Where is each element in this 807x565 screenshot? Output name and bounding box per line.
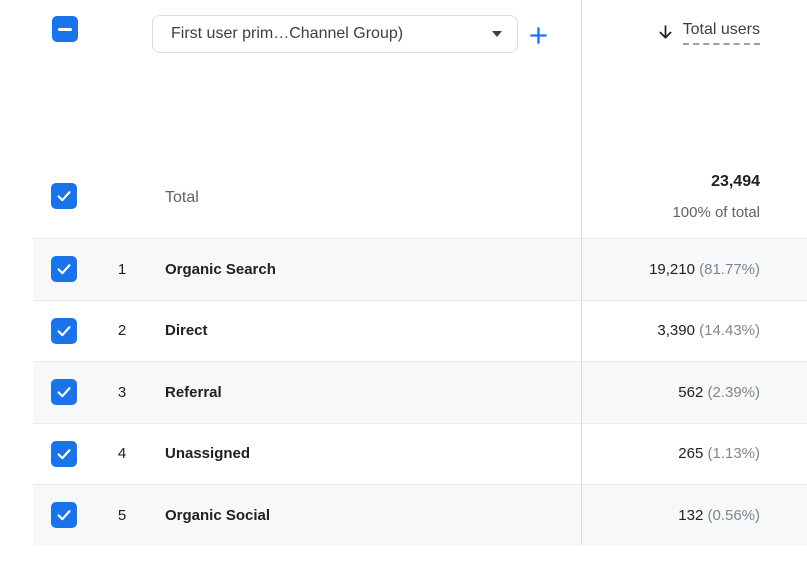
totals-values: 23,494 100% of total [672,170,760,223]
row-share-percent: (0.56%) [707,506,760,524]
table-body: 1 Organic Search 19,210 (81.77%) 2 Direc… [0,238,807,546]
row-checkbox[interactable] [51,440,77,467]
checkmark-icon [57,264,71,275]
table-row: 4 Unassigned 265 (1.13%) [33,422,807,484]
row-share-percent: (81.77%) [699,260,760,278]
checkmark-icon [57,448,71,459]
analytics-table: First user prim…Channel Group) Total use… [0,0,807,565]
row-share-percent: (2.39%) [707,383,760,401]
dimension-dropdown-value: First user prim…Channel Group) [171,25,404,42]
checkmark-icon [57,191,71,202]
row-value-cell: 265 (1.13%) [678,445,807,462]
row-users-value: 265 [678,445,708,463]
row-rank: 5 [117,506,127,524]
row-channel-name: Organic Social [165,506,271,524]
row-value-cell: 19,210 (81.77%) [649,261,807,278]
caret-down-icon [492,31,502,37]
totals-checkbox[interactable] [51,183,77,209]
totals-share-of-total: 100% of total [672,204,760,221]
row-rank: 1 [117,260,127,278]
indeterminate-checkbox-icon [58,27,72,31]
sort-descending-arrow-icon [659,25,672,39]
row-value-cell: 132 (0.56%) [678,507,807,524]
checkmark-icon [57,510,71,521]
plus-icon [529,26,547,44]
metric-header-label: Total users [682,21,760,45]
row-users-value: 562 [678,383,708,401]
table-row: 3 Referral 562 (2.39%) [33,361,807,423]
row-share-percent: (14.43%) [699,322,760,340]
row-checkbox[interactable] [51,379,77,406]
column-divider [581,0,582,545]
row-rank: 4 [117,445,127,463]
row-users-value: 19,210 [649,260,700,278]
metric-header-total-users[interactable]: Total users [656,21,760,45]
select-all-checkbox[interactable] [52,16,78,42]
add-dimension-button[interactable] [526,23,550,47]
totals-row: Total 23,494 100% of total [0,155,807,237]
row-value-cell: 3,390 (14.43%) [657,322,807,339]
row-channel-name: Unassigned [165,445,251,463]
row-rank: 3 [117,383,127,401]
checkmark-icon [57,387,71,398]
checkmark-icon [57,325,71,336]
row-checkbox[interactable] [51,256,77,283]
row-channel-name: Organic Search [165,260,276,278]
table-row: 2 Direct 3,390 (14.43%) [33,299,807,361]
row-value-cell: 562 (2.39%) [678,384,807,401]
row-users-value: 132 [678,506,708,524]
row-channel-name: Direct [165,322,208,340]
table-row: 1 Organic Search 19,210 (81.77%) [33,238,807,300]
row-share-percent: (1.13%) [707,445,760,463]
row-checkbox[interactable] [51,317,77,344]
totals-label: Total [165,189,199,206]
table-row: 5 Organic Social 132 (0.56%) [33,484,807,546]
row-checkbox[interactable] [51,502,77,529]
row-users-value: 3,390 [657,322,700,340]
totals-users-value: 23,494 [711,173,760,190]
row-rank: 2 [117,322,127,340]
dimension-dropdown[interactable]: First user prim…Channel Group) [152,15,518,53]
row-channel-name: Referral [165,383,222,401]
